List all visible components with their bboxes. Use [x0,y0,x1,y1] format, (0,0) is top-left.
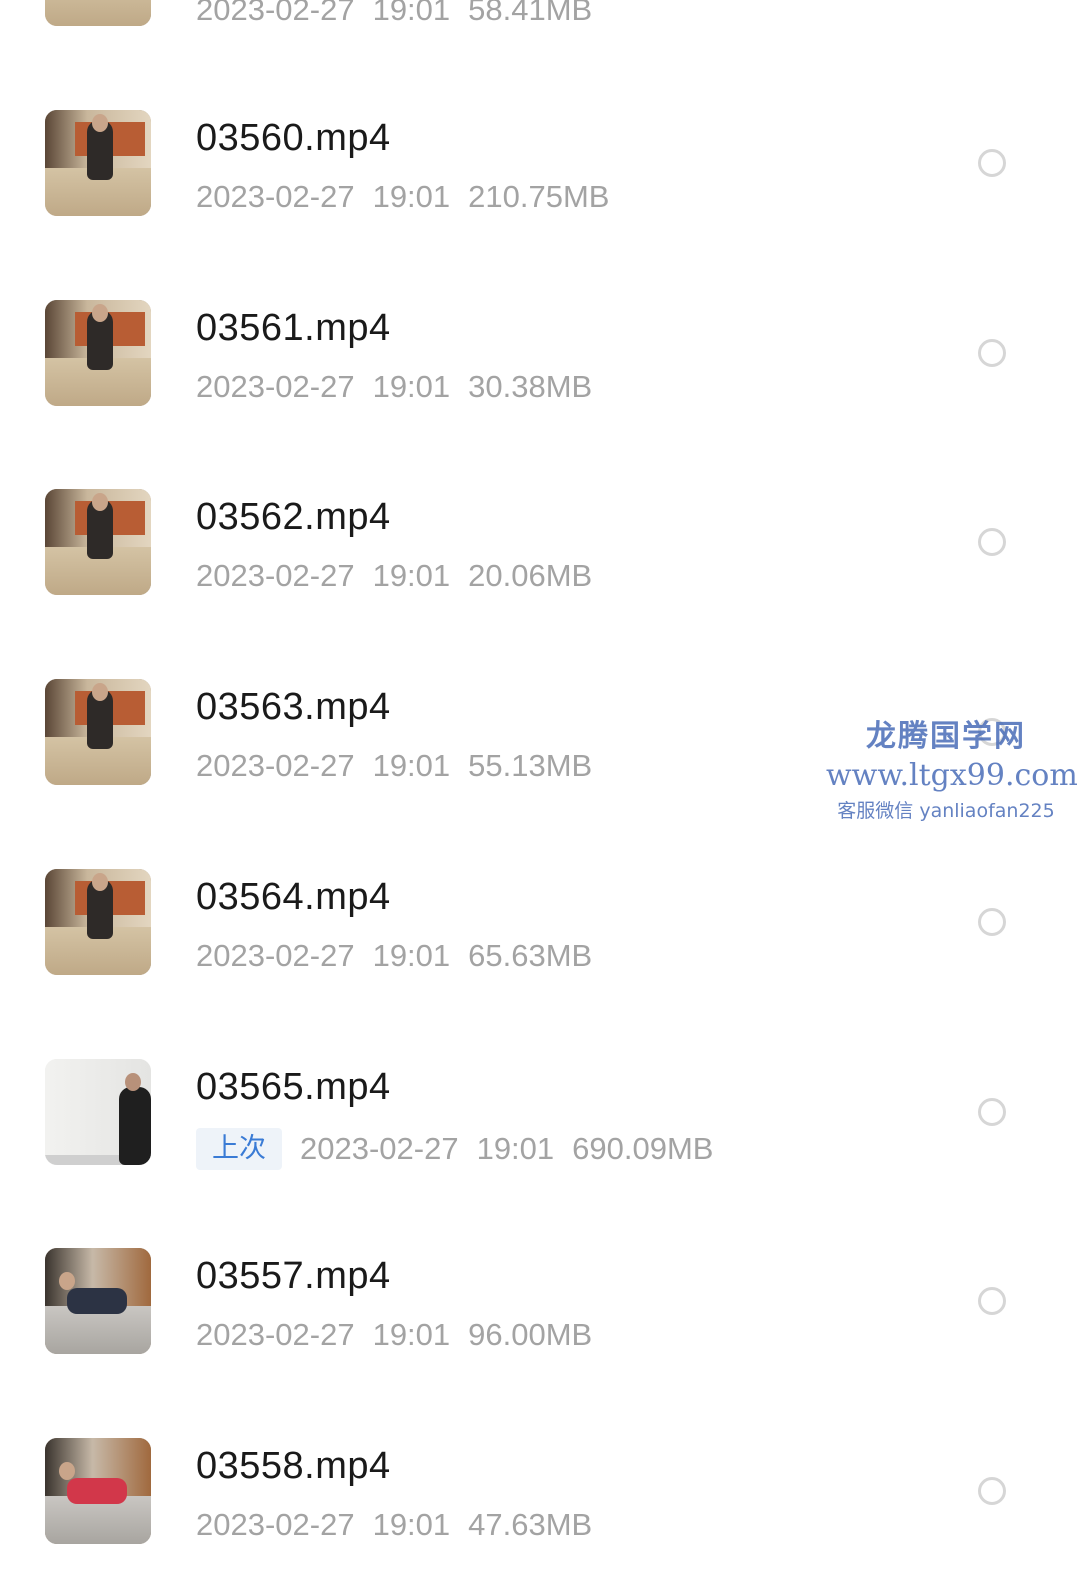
file-date: 2023-02-27 [196,938,355,973]
file-name: 03560.mp4 [196,117,391,159]
file-meta: 2023-02-27 19:01 58.41MB [196,0,610,28]
file-meta: 2023-02-27 19:01 55.13MB [196,748,610,784]
select-radio-button[interactable] [978,149,1006,177]
file-date: 2023-02-27 [300,1131,459,1166]
video-thumbnail [45,1438,151,1544]
list-item-partial[interactable]: 2023-02-27 19:01 58.41MB [0,0,1080,110]
file-meta: 上次 2023-02-27 19:01 690.09MB [196,1128,731,1170]
file-size: 210.75MB [468,179,610,214]
list-item[interactable]: 03560.mp4 2023-02-27 19:01 210.75MB [0,110,1080,300]
video-thumbnail [45,1248,151,1354]
list-item[interactable]: 03558.mp4 2023-02-27 19:01 47.63MB [0,1438,1080,1581]
select-radio-button[interactable] [978,718,1006,746]
file-time: 19:01 [372,1507,451,1542]
select-radio-button[interactable] [978,1098,1006,1126]
last-played-badge: 上次 [196,1128,282,1170]
file-name: 03562.mp4 [196,496,391,538]
file-time: 19:01 [476,1131,555,1166]
file-meta: 2023-02-27 19:01 20.06MB [196,558,610,594]
list-item[interactable]: 03564.mp4 2023-02-27 19:01 65.63MB [0,869,1080,1059]
file-name: 03557.mp4 [196,1255,391,1297]
video-thumbnail [45,0,151,26]
select-radio-button[interactable] [978,339,1006,367]
video-thumbnail [45,110,151,216]
file-date: 2023-02-27 [196,558,355,593]
file-size: 55.13MB [468,748,593,783]
file-meta: 2023-02-27 19:01 47.63MB [196,1507,610,1543]
file-meta: 2023-02-27 19:01 30.38MB [196,369,610,405]
file-date: 2023-02-27 [196,748,355,783]
file-name: 03563.mp4 [196,686,391,728]
list-item[interactable]: 03563.mp4 2023-02-27 19:01 55.13MB [0,679,1080,869]
video-thumbnail [45,489,151,595]
file-size: 58.41MB [468,0,593,27]
video-thumbnail [45,679,151,785]
list-item[interactable]: 03562.mp4 2023-02-27 19:01 20.06MB [0,489,1080,679]
file-size: 30.38MB [468,369,593,404]
list-item[interactable]: 03565.mp4 上次 2023-02-27 19:01 690.09MB [0,1059,1080,1249]
video-thumbnail [45,300,151,406]
file-meta: 2023-02-27 19:01 65.63MB [196,938,610,974]
file-time: 19:01 [372,369,451,404]
file-date: 2023-02-27 [196,179,355,214]
file-size: 96.00MB [468,1317,593,1352]
video-thumbnail [45,1059,151,1165]
file-date: 2023-02-27 [196,369,355,404]
file-time: 19:01 [372,1317,451,1352]
file-date: 2023-02-27 [196,1317,355,1352]
file-time: 19:01 [372,558,451,593]
file-list-screen: 2023-02-27 19:01 58.41MB 03560.mp4 2023-02… [0,0,1080,1581]
file-name: 03561.mp4 [196,307,391,349]
file-size: 65.63MB [468,938,593,973]
file-meta: 2023-02-27 19:01 96.00MB [196,1317,610,1353]
file-size: 47.63MB [468,1507,593,1542]
select-radio-button[interactable] [978,1287,1006,1315]
file-name: 03565.mp4 [196,1066,391,1108]
file-time: 19:01 [372,179,451,214]
file-time: 19:01 [372,0,451,27]
file-size: 20.06MB [468,558,593,593]
file-name: 03558.mp4 [196,1445,391,1487]
file-date: 2023-02-27 [196,0,355,27]
list-item[interactable]: 03561.mp4 2023-02-27 19:01 30.38MB [0,300,1080,490]
file-time: 19:01 [372,938,451,973]
select-radio-button[interactable] [978,1477,1006,1505]
video-thumbnail [45,869,151,975]
select-radio-button[interactable] [978,528,1006,556]
select-radio-button[interactable] [978,908,1006,936]
file-time: 19:01 [372,748,451,783]
file-name: 03564.mp4 [196,876,391,918]
file-date: 2023-02-27 [196,1507,355,1542]
list-item[interactable]: 03557.mp4 2023-02-27 19:01 96.00MB [0,1248,1080,1438]
file-size: 690.09MB [572,1131,714,1166]
file-meta: 2023-02-27 19:01 210.75MB [196,179,627,215]
